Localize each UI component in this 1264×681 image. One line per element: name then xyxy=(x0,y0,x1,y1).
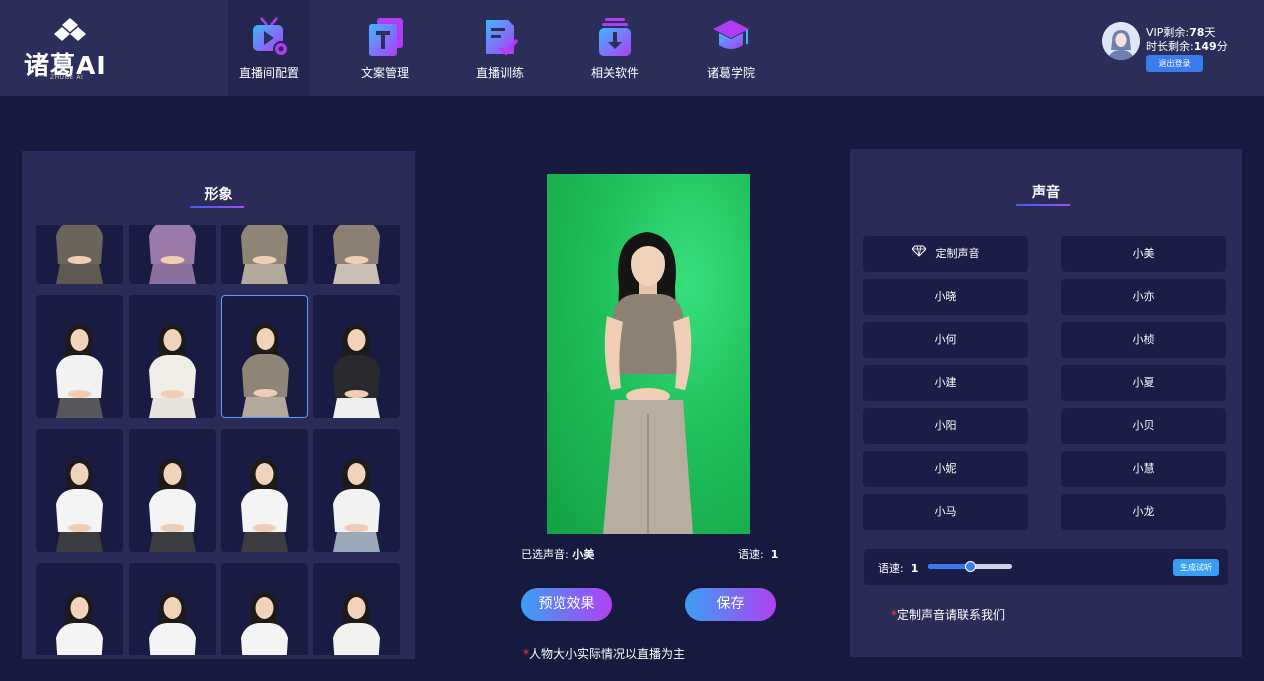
avatar-option[interactable] xyxy=(36,563,123,655)
voice-option[interactable]: 小建 xyxy=(863,365,1028,401)
voice-option[interactable]: 小何 xyxy=(863,322,1028,358)
user-info: VIP剩余:78天 时长剩余:149分 退出登录 xyxy=(1102,22,1252,74)
avatar-figure xyxy=(149,458,196,552)
nav-label: 直播间配置 xyxy=(238,66,299,80)
avatar-figure xyxy=(56,458,103,552)
avatar-option[interactable] xyxy=(129,225,216,284)
avatar[interactable] xyxy=(1102,22,1140,60)
user-avatar-icon xyxy=(1102,22,1140,60)
slider-fill xyxy=(928,564,970,569)
voice-option[interactable]: 小龙 xyxy=(1061,494,1226,530)
presenter-figure xyxy=(603,232,693,534)
selected-voice-info: 已选声音: 小美 xyxy=(521,548,595,561)
save-button[interactable]: 保存 xyxy=(685,588,776,621)
avatar-option[interactable] xyxy=(36,225,123,284)
avatar-option[interactable] xyxy=(221,295,308,418)
avatar-figure xyxy=(241,225,288,284)
avatar-panel-title: 形象 xyxy=(204,187,233,203)
avatar-figure xyxy=(333,592,380,655)
voice-option[interactable]: 小亦 xyxy=(1061,279,1226,315)
avatar-option[interactable] xyxy=(313,563,400,655)
avatar-grid[interactable] xyxy=(36,225,406,655)
download-icon xyxy=(599,18,631,56)
avatar-option[interactable] xyxy=(221,563,308,655)
time-remaining: 时长剩余:149分 xyxy=(1146,40,1228,53)
avatar-figure xyxy=(333,324,380,418)
title-underline xyxy=(190,206,244,208)
avatar-figure xyxy=(149,592,196,655)
voice-option[interactable]: 小妮 xyxy=(863,451,1028,487)
nav-label: 文案管理 xyxy=(360,66,409,80)
diamond-icon xyxy=(910,236,927,272)
nav-label: 诸葛学院 xyxy=(706,66,755,80)
speed-control: 语速: 1 生成试听 xyxy=(864,549,1228,585)
avatar-option[interactable] xyxy=(129,563,216,655)
graduation-cap-icon xyxy=(713,20,749,49)
avatar-figure xyxy=(241,592,288,655)
avatar-figure xyxy=(56,324,103,418)
checklist-icon xyxy=(486,20,519,56)
nav-copy-management[interactable]: 文案管理 xyxy=(345,0,425,96)
avatar-panel: 形象 xyxy=(22,151,415,659)
nav-live-training[interactable]: 直播训练 xyxy=(460,0,540,96)
avatar-option[interactable] xyxy=(129,295,216,418)
brand-logo[interactable]: 诸葛AI ZHUGE AI xyxy=(24,16,124,82)
nav-zhuge-academy[interactable]: 诸葛学院 xyxy=(690,0,772,96)
avatar-figure xyxy=(149,324,196,418)
avatar-option[interactable] xyxy=(313,429,400,552)
avatar-option[interactable] xyxy=(36,429,123,552)
avatar-option[interactable] xyxy=(36,295,123,418)
avatar-option[interactable] xyxy=(313,295,400,418)
voice-option[interactable]: 小晓 xyxy=(863,279,1028,315)
logo-mark-icon xyxy=(54,18,86,41)
text-document-icon xyxy=(369,18,403,56)
voice-option[interactable]: 小贝 xyxy=(1061,408,1226,444)
voice-option[interactable]: 小阳 xyxy=(863,408,1028,444)
avatar-figure xyxy=(56,225,103,284)
avatar-figure xyxy=(241,458,288,552)
logout-button[interactable]: 退出登录 xyxy=(1146,55,1203,72)
voice-option[interactable]: 小美 xyxy=(1061,236,1226,272)
avatar-preview xyxy=(547,174,750,534)
avatar-figure xyxy=(333,458,380,552)
preview-effect-button[interactable]: 预览效果 xyxy=(521,588,612,621)
voice-option[interactable]: 小夏 xyxy=(1061,365,1226,401)
voice-panel-title: 声音 xyxy=(1032,185,1060,201)
avatar-option[interactable] xyxy=(129,429,216,552)
voice-option[interactable]: 小马 xyxy=(863,494,1028,530)
top-header: 诸葛AI ZHUGE AI 直播间配置 文案管理 直播训练 相关软件 诸葛学院 … xyxy=(0,0,1264,96)
speed-info: 语速: 1 xyxy=(738,548,779,561)
avatar-option[interactable] xyxy=(221,429,308,552)
voice-option[interactable]: 小慧 xyxy=(1061,451,1226,487)
avatar-figure xyxy=(149,225,196,284)
nav-live-room-config[interactable]: 直播间配置 xyxy=(228,0,310,96)
voice-option[interactable]: 小桢 xyxy=(1061,322,1226,358)
speed-slider[interactable] xyxy=(928,561,1012,572)
avatar-figure xyxy=(242,323,289,417)
custom-voice-button[interactable]: 定制声音 xyxy=(863,236,1028,272)
logo-subtext: ZHUGE AI xyxy=(50,74,84,81)
title-underline xyxy=(1016,204,1070,206)
tv-settings-icon xyxy=(253,17,289,57)
nav-label: 相关软件 xyxy=(590,66,639,80)
avatar-figure xyxy=(56,592,103,655)
avatar-option[interactable] xyxy=(221,225,308,284)
nav-label: 直播训练 xyxy=(475,66,524,80)
custom-voice-note: *定制声音请联系我们 xyxy=(891,608,1006,622)
slider-handle[interactable] xyxy=(965,561,976,572)
size-note: *人物大小实际情况以直播为主 xyxy=(523,647,686,661)
avatar-figure xyxy=(333,225,380,284)
nav-related-software[interactable]: 相关软件 xyxy=(575,0,655,96)
generate-preview-button[interactable]: 生成试听 xyxy=(1173,559,1219,576)
speed-label: 语速: 1 xyxy=(878,562,919,575)
avatar-option[interactable] xyxy=(313,225,400,284)
